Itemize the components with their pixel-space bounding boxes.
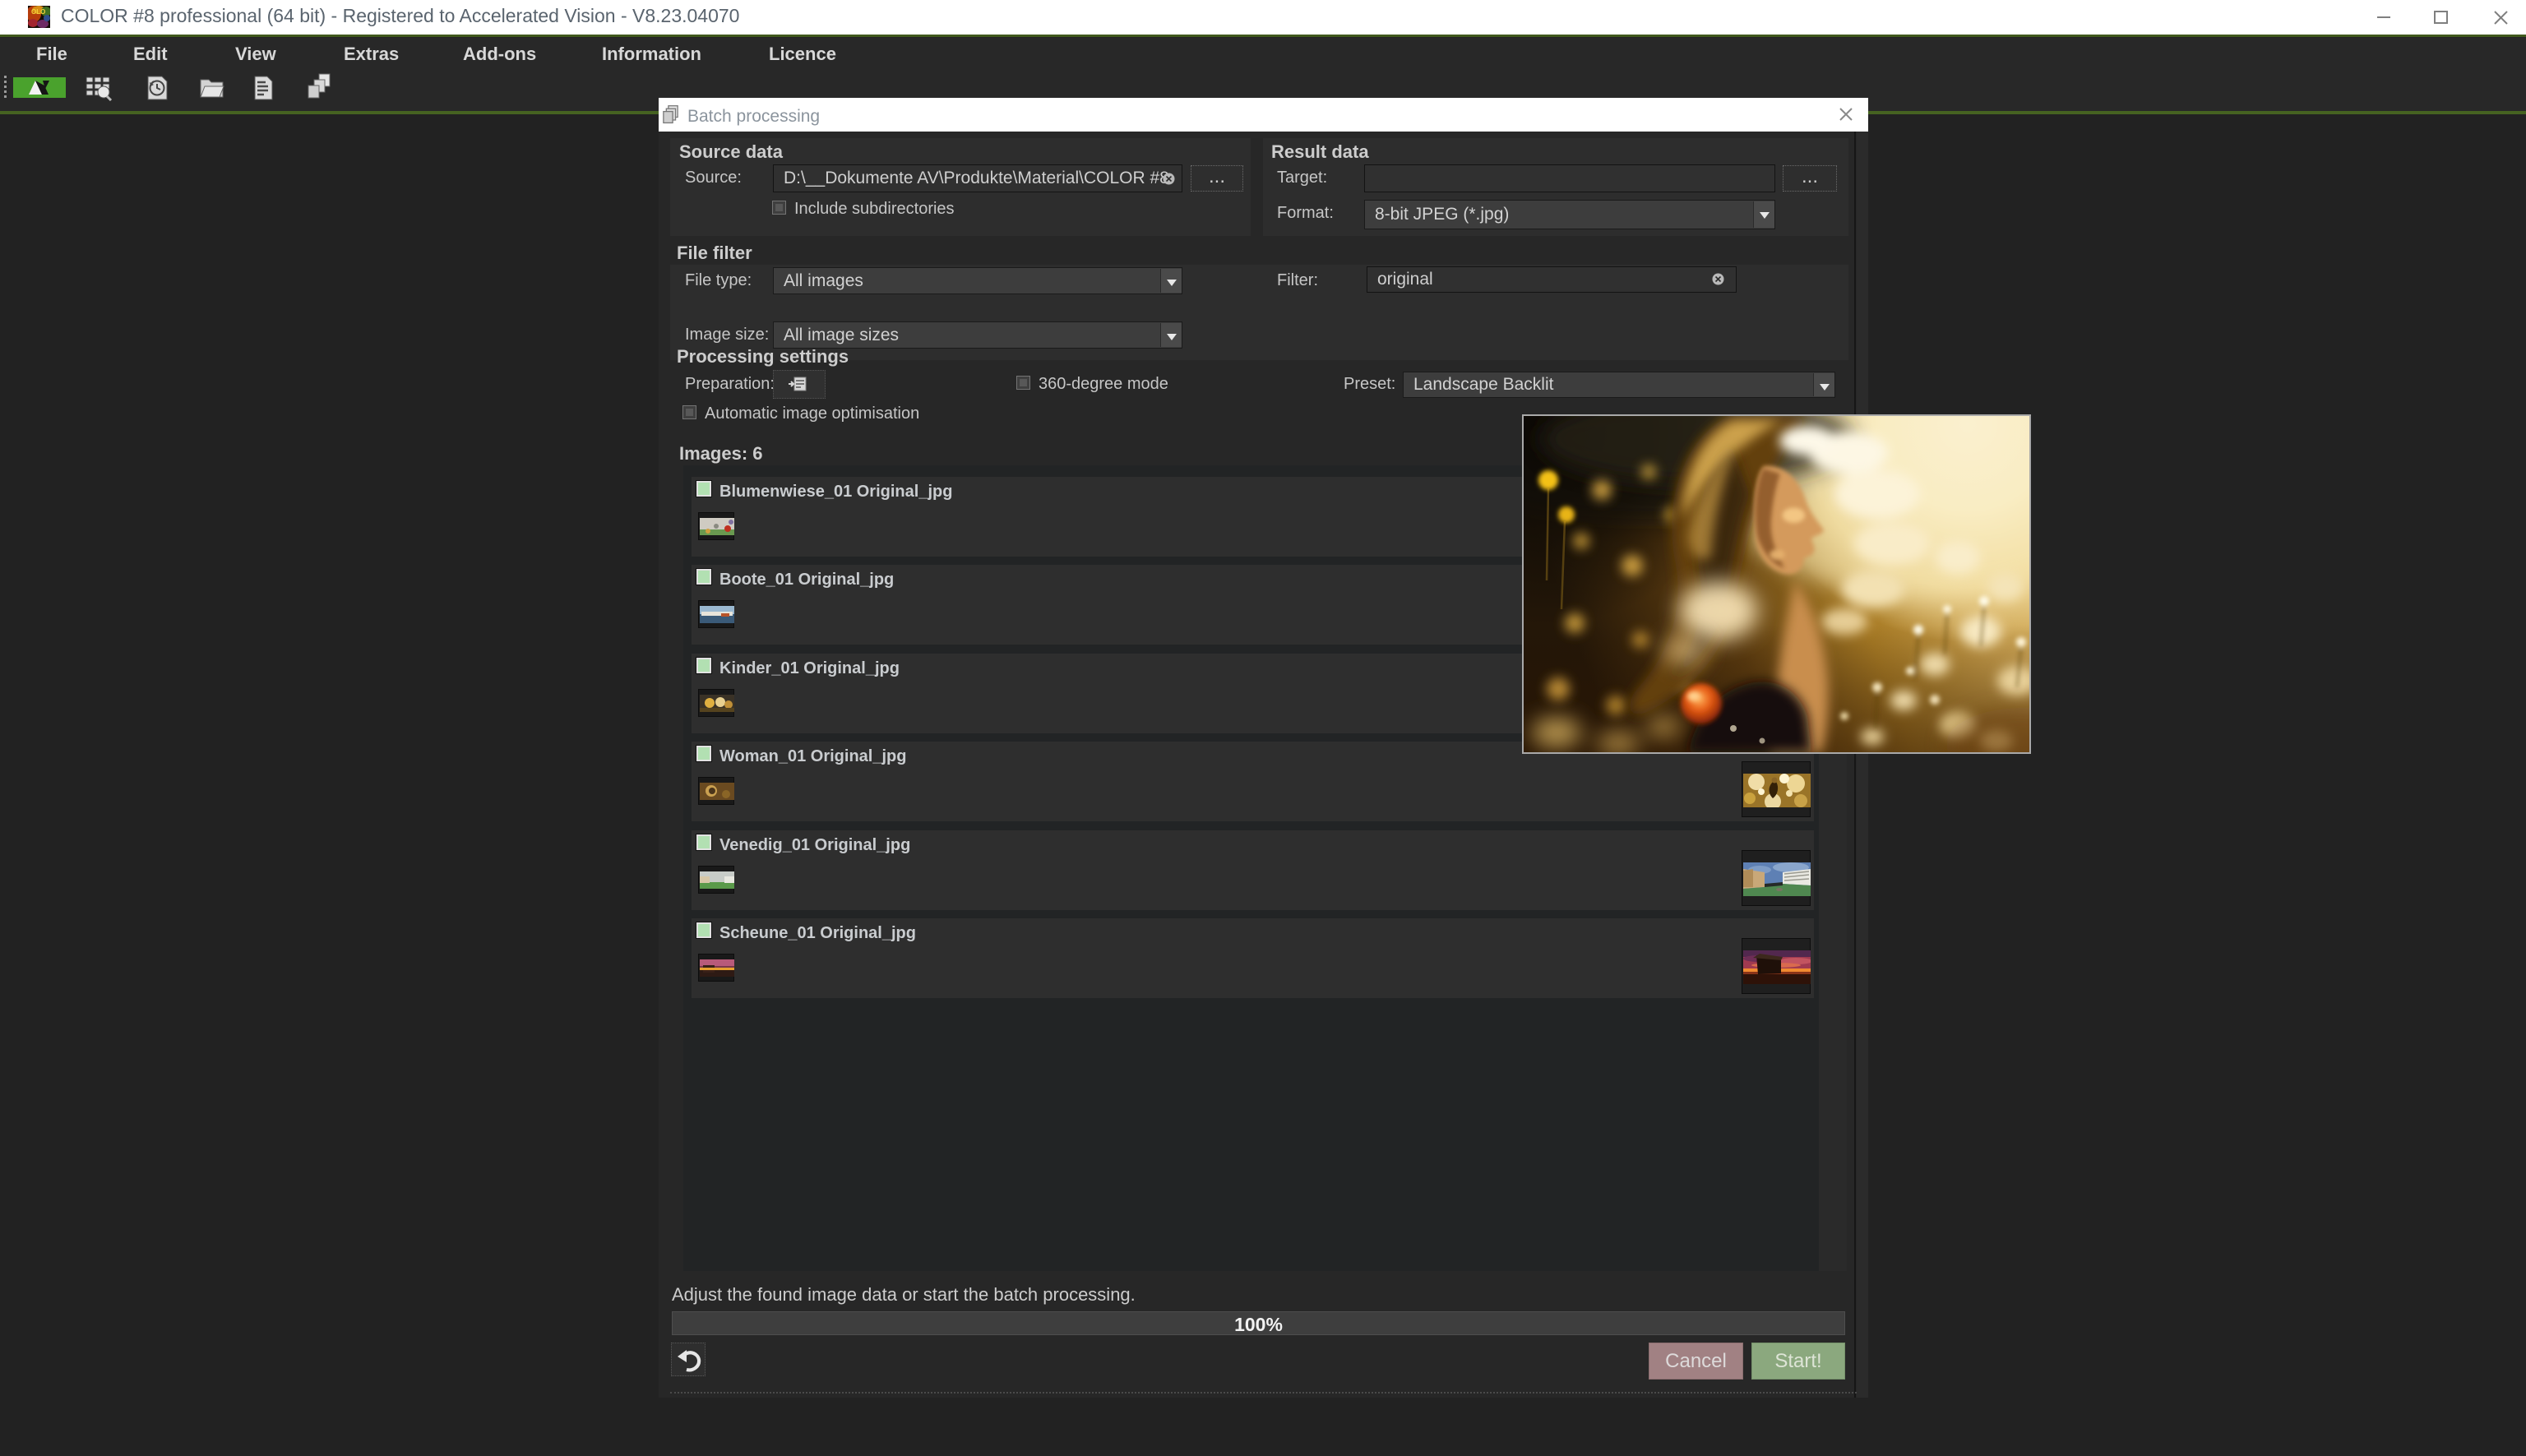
svg-text:OLO: OLO (31, 8, 45, 16)
